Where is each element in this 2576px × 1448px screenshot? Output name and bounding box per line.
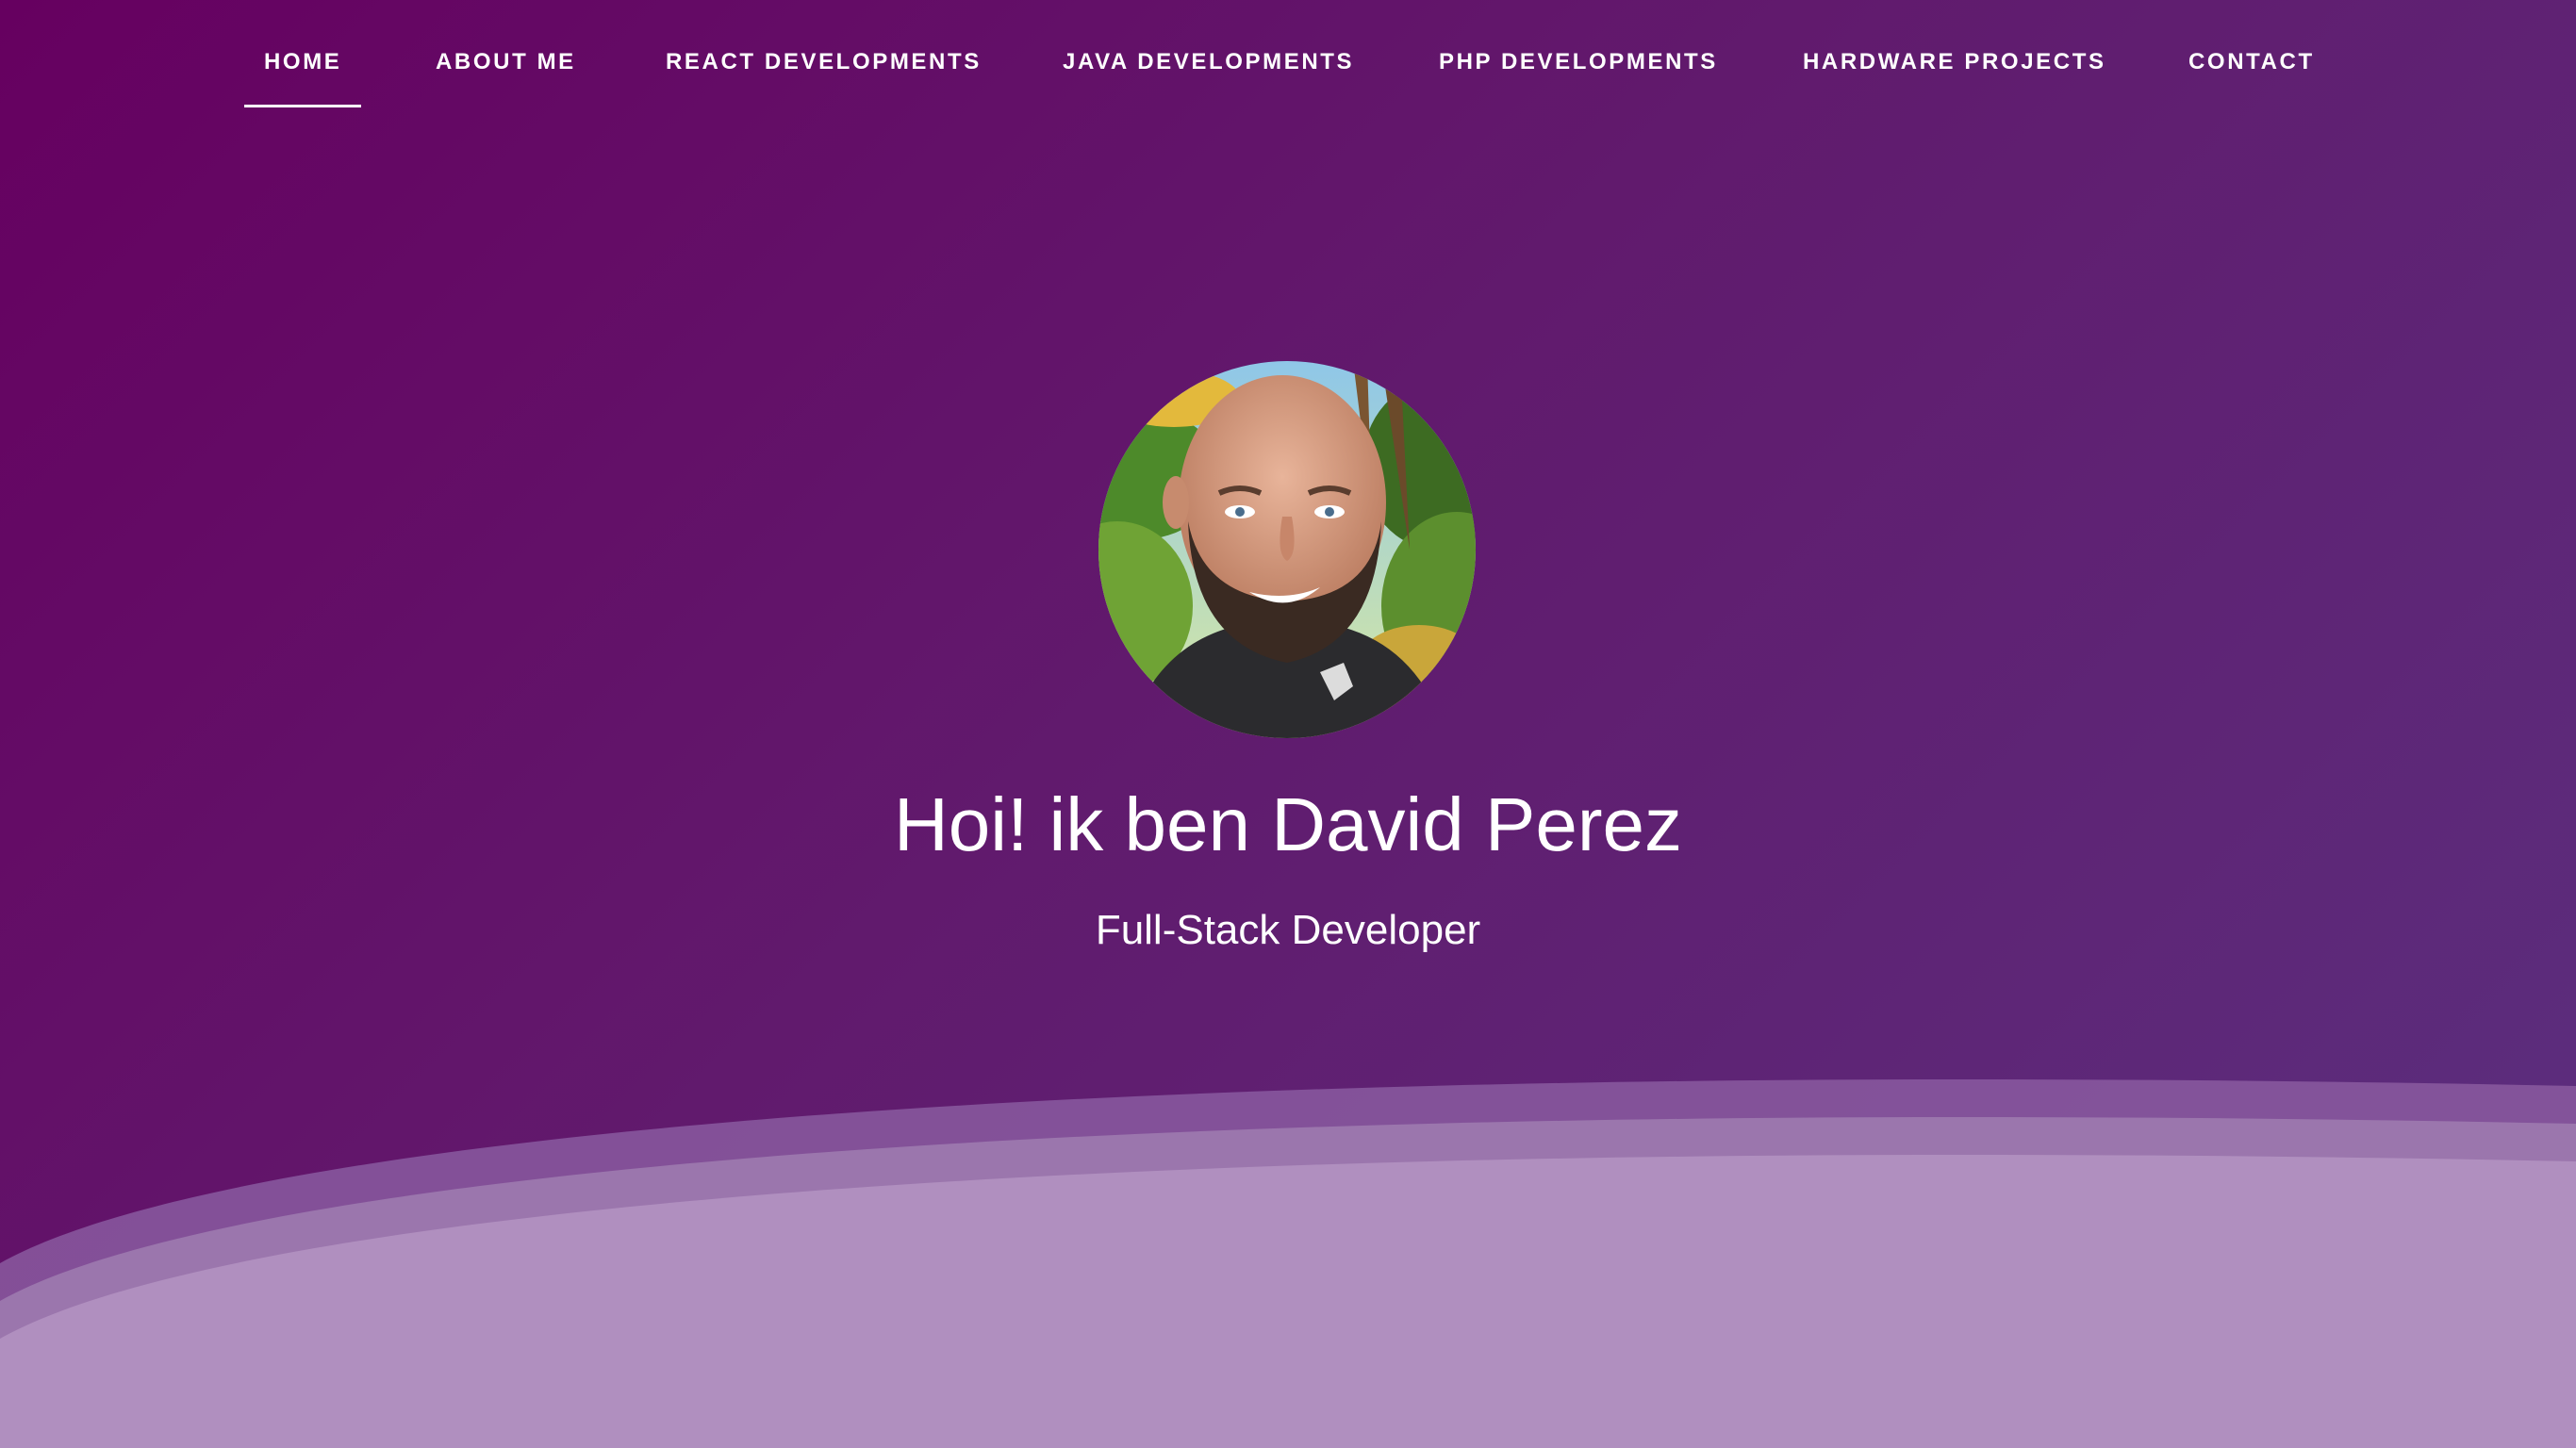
hero-subtitle: Full-Stack Developer bbox=[1095, 907, 1481, 953]
nav-item-java-developments[interactable]: JAVA DEVELOPMENTS bbox=[1063, 47, 1354, 77]
nav-item-home[interactable]: HOME bbox=[243, 47, 362, 107]
nav-item-hardware-projects[interactable]: HARDWARE PROJECTS bbox=[1803, 47, 2106, 77]
main-navigation: HOME ABOUT ME REACT DEVELOPMENTS JAVA DE… bbox=[0, 0, 2576, 123]
hero-title: Hoi! ik ben David Perez bbox=[894, 782, 1682, 866]
nav-item-about-me[interactable]: ABOUT ME bbox=[436, 47, 576, 77]
decorative-waves bbox=[0, 1078, 2576, 1448]
profile-photo-icon bbox=[1098, 361, 1476, 738]
nav-item-php-developments[interactable]: PHP DEVELOPMENTS bbox=[1439, 47, 1718, 77]
avatar bbox=[1098, 361, 1476, 738]
nav-item-contact[interactable]: CONTACT bbox=[2188, 47, 2315, 77]
nav-item-react-developments[interactable]: REACT DEVELOPMENTS bbox=[666, 47, 982, 77]
